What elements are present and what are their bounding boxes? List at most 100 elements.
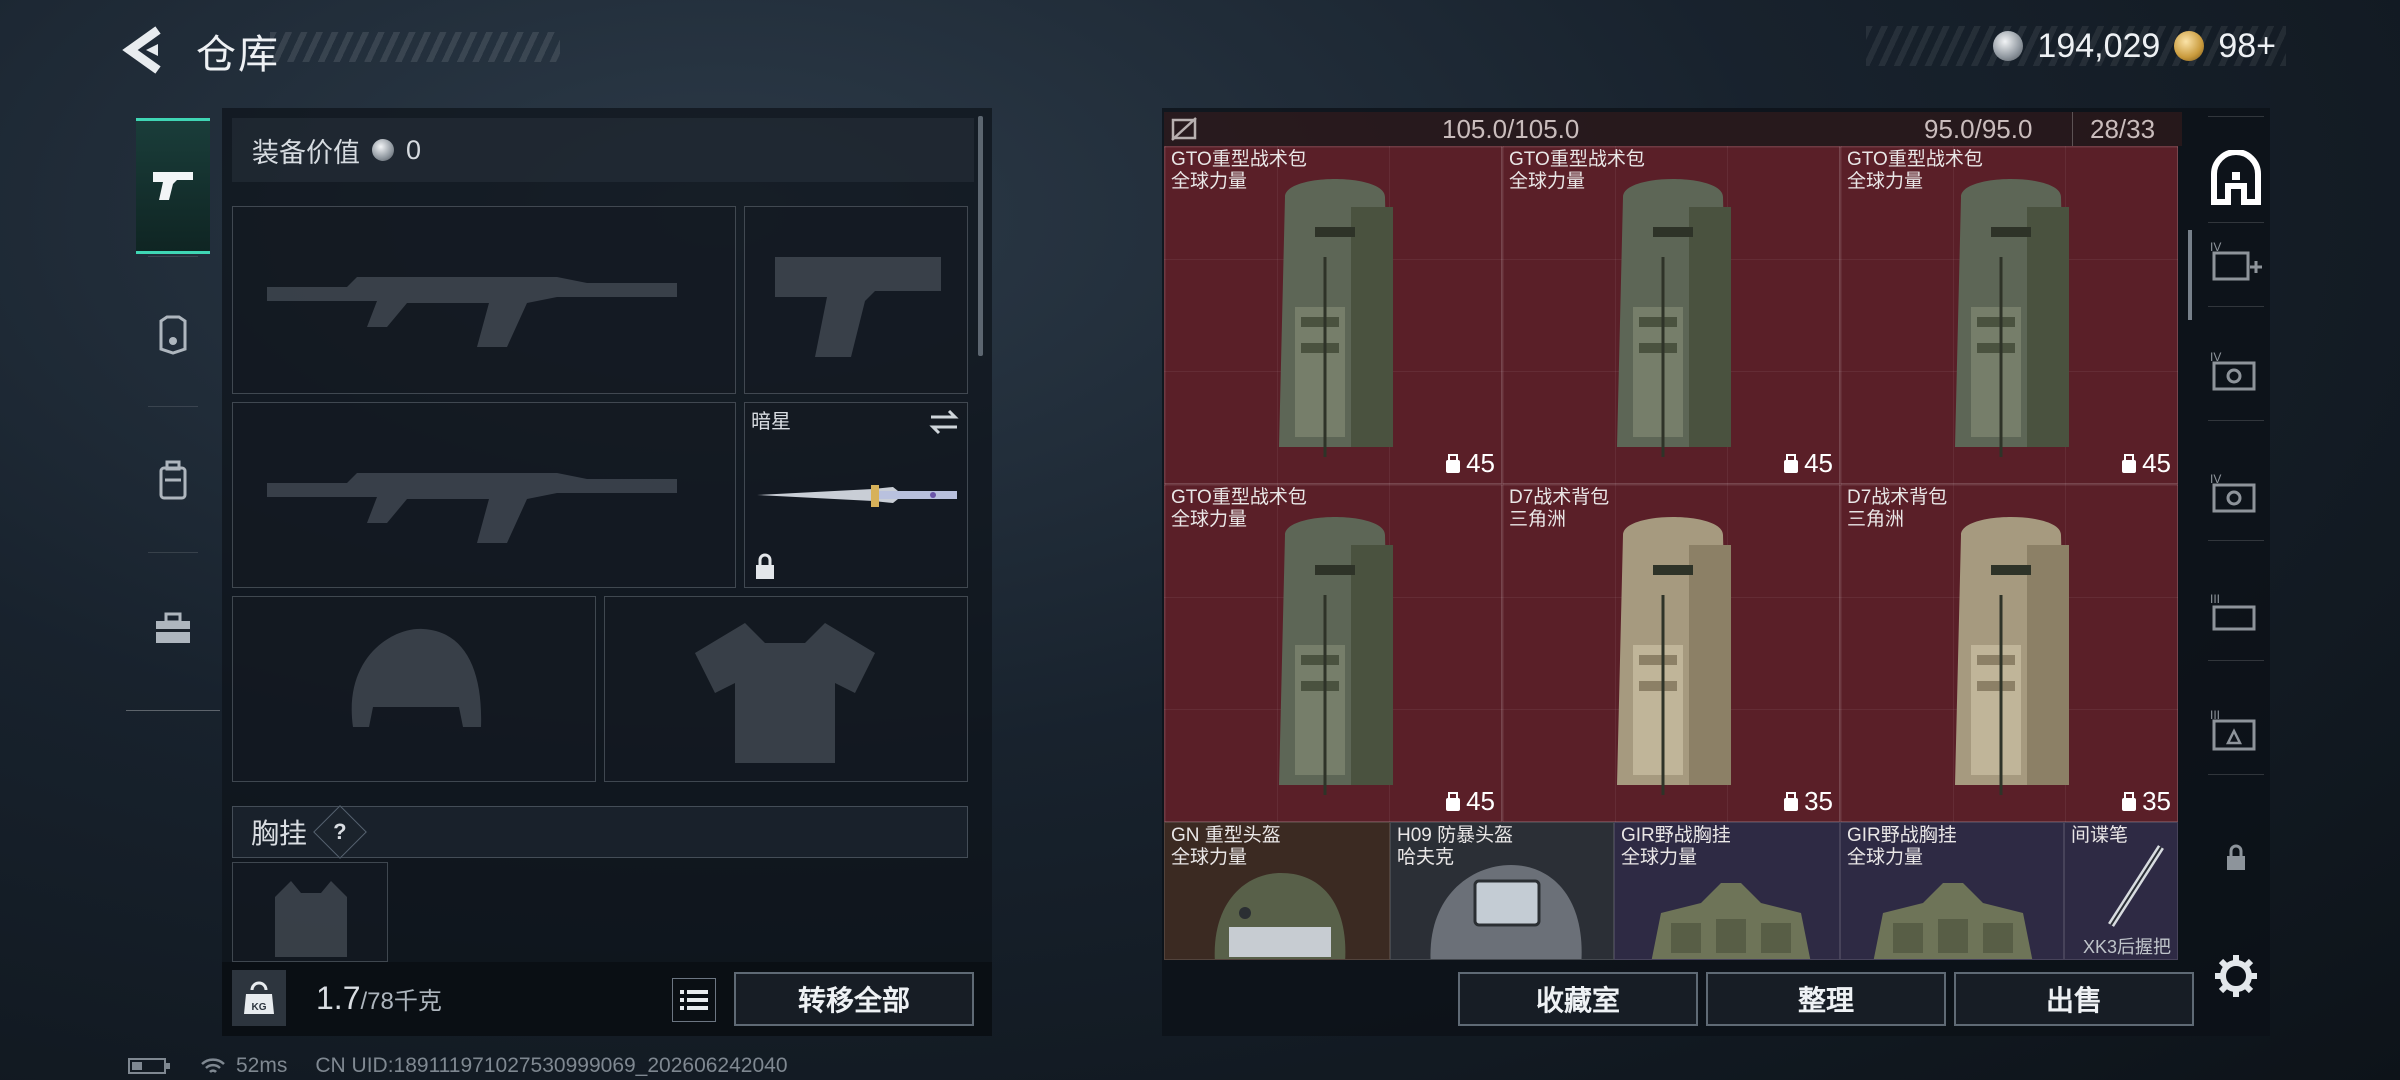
- item-capacity-value: 35: [1804, 786, 1833, 816]
- item-capacity: 35: [2120, 786, 2171, 817]
- backpack-icon: [159, 460, 187, 500]
- pistol-slot[interactable]: [744, 206, 968, 394]
- item-capacity: 45: [1782, 448, 1833, 479]
- kg-label: KG: [252, 1002, 267, 1013]
- wifi-icon: [201, 1058, 225, 1073]
- storage-item-backpack[interactable]: GTO重型战术包 全球力量 45: [1840, 146, 2178, 484]
- slot-count: 28/33: [2090, 114, 2156, 144]
- helmet-slot[interactable]: [232, 596, 596, 782]
- backpack-icon: [1617, 179, 1731, 457]
- container-rail: IV IV IV III III: [2202, 108, 2270, 1036]
- chest-rig-header: 胸挂 ?: [232, 805, 968, 859]
- gold-amount[interactable]: 98+: [2218, 27, 2276, 66]
- swap-icon[interactable]: [927, 407, 961, 437]
- add-case-button[interactable]: IV: [2206, 232, 2266, 292]
- tab-armor[interactable]: [136, 270, 210, 400]
- secondary-weapon-slot[interactable]: [232, 402, 736, 588]
- gear-icon: [2215, 955, 2257, 997]
- case-iv-b-icon: IV: [2210, 472, 2256, 513]
- chevron-left-icon: [122, 26, 161, 74]
- case-iv-icon: IV: [2210, 350, 2256, 391]
- storage-item-backpack[interactable]: GTO重型战术包 全球力量 45: [1502, 146, 1840, 484]
- rig-placeholder-icon: [275, 881, 347, 957]
- safehouse-button[interactable]: [2206, 148, 2266, 208]
- armor-plate-icon: [159, 315, 187, 355]
- tab-divider: [148, 256, 198, 257]
- kettlebell-icon: KG: [244, 981, 274, 1014]
- weight-icon: KG: [232, 970, 286, 1026]
- item-subtitle: 全球力量: [1509, 171, 1586, 192]
- header-divider: [2072, 112, 2073, 146]
- list-view-button[interactable]: [672, 978, 716, 1022]
- chest-rig-icon: [1873, 883, 2033, 959]
- locked-slot[interactable]: [2206, 828, 2266, 888]
- loadout-tabs: [126, 108, 220, 712]
- storage-item-chest-rig[interactable]: GIR野战胸挂 全球力量: [1840, 822, 2064, 960]
- item-name: GN 重型头盔: [1171, 825, 1281, 846]
- case-iii-b-button[interactable]: III: [2206, 700, 2266, 760]
- item-capacity: 45: [1444, 786, 1495, 817]
- case-iv-b-button[interactable]: IV: [2206, 464, 2266, 524]
- storage-item-helmet-h09[interactable]: H09 防暴头盔 哈夫克: [1390, 822, 1614, 960]
- rifle-placeholder-icon: [267, 473, 677, 543]
- tab-weapons[interactable]: [136, 118, 210, 254]
- settings-button[interactable]: [2206, 946, 2266, 1006]
- item-capacity: 45: [2120, 448, 2171, 479]
- item-capacity-value: 45: [1804, 448, 1833, 478]
- rail-divider: [2208, 660, 2264, 661]
- rail-divider: [2208, 116, 2264, 117]
- rifle-placeholder-icon: [267, 277, 677, 347]
- network-status: 52ms: [200, 1054, 287, 1078]
- storage-item-backpack[interactable]: GTO重型战术包 全球力量 45: [1164, 146, 1502, 484]
- organize-button[interactable]: 整理: [1706, 972, 1946, 1026]
- item-subtitle: 全球力量: [1621, 847, 1698, 868]
- item-subtitle: 三角洲: [1509, 509, 1567, 530]
- item-subtitle: 全球力量: [1171, 509, 1248, 530]
- item-capacity: 35: [1782, 786, 1833, 817]
- storage-item-backpack[interactable]: D7战术背包 三角洲 35: [1840, 484, 2178, 822]
- item-subtitle: 全球力量: [1847, 171, 1924, 192]
- help-button[interactable]: ?: [313, 805, 367, 859]
- page-title: 仓库: [196, 33, 280, 77]
- back-button[interactable]: [118, 22, 178, 78]
- svg-text:III: III: [2210, 592, 2220, 606]
- equipment-value-bar: 装备价值 0: [232, 118, 974, 182]
- chest-rig-label: 胸挂: [251, 818, 308, 849]
- capacity-a: 105.0/105.0: [1442, 114, 1580, 144]
- silver-coin-icon: [372, 139, 394, 161]
- sell-button[interactable]: 出售: [1954, 972, 2194, 1026]
- toolbox-icon: [156, 612, 190, 643]
- silver-coin-icon: [1993, 31, 2024, 61]
- safehouse-icon: [2211, 150, 2261, 205]
- collection-room-button[interactable]: 收藏室: [1458, 972, 1698, 1026]
- weight-value: 1.7: [316, 980, 361, 1016]
- no-image-icon[interactable]: [1170, 116, 1198, 142]
- item-capacity: 45: [1444, 448, 1495, 479]
- item-capacity-value: 45: [2142, 448, 2171, 478]
- backpack-capacity-icon: [2122, 453, 2137, 473]
- storage-item-chest-rig[interactable]: GIR野战胸挂 全球力量: [1614, 822, 1840, 960]
- primary-weapon-slot[interactable]: [232, 206, 736, 394]
- backpack-capacity-icon: [1784, 791, 1799, 811]
- body-armor-slot[interactable]: [604, 596, 968, 782]
- chest-rig-icon: [1651, 883, 1811, 959]
- storage-item-backpack[interactable]: D7战术背包 三角洲 35: [1502, 484, 1840, 822]
- case-iv-button[interactable]: IV: [2206, 342, 2266, 402]
- tab-backpack[interactable]: [136, 416, 210, 546]
- melee-slot[interactable]: 暗星: [744, 402, 968, 588]
- chest-rig-slot[interactable]: [232, 862, 388, 962]
- storage-item-helmet-gn[interactable]: GN 重型头盔 全球力量: [1164, 822, 1390, 960]
- case-iii-button[interactable]: III: [2206, 584, 2266, 644]
- weight-capacity: /78千克: [360, 988, 442, 1015]
- storage-item-spy-pen[interactable]: 间谍笔 XK3后握把: [2064, 822, 2178, 960]
- storage-item-backpack[interactable]: GTO重型战术包 全球力量 45: [1164, 484, 1502, 822]
- tab-divider: [126, 710, 220, 711]
- loadout-scrollbar[interactable]: [978, 116, 983, 356]
- melee-name: 暗星: [751, 411, 791, 433]
- tab-toolbox[interactable]: [136, 564, 210, 694]
- transfer-all-button[interactable]: 转移全部: [734, 972, 974, 1026]
- riot-helmet-icon: [1430, 865, 1582, 959]
- storage-scrollbar[interactable]: [2188, 230, 2192, 320]
- rail-divider: [2208, 306, 2264, 307]
- weight-readout: 1.7/78千克: [316, 980, 442, 1017]
